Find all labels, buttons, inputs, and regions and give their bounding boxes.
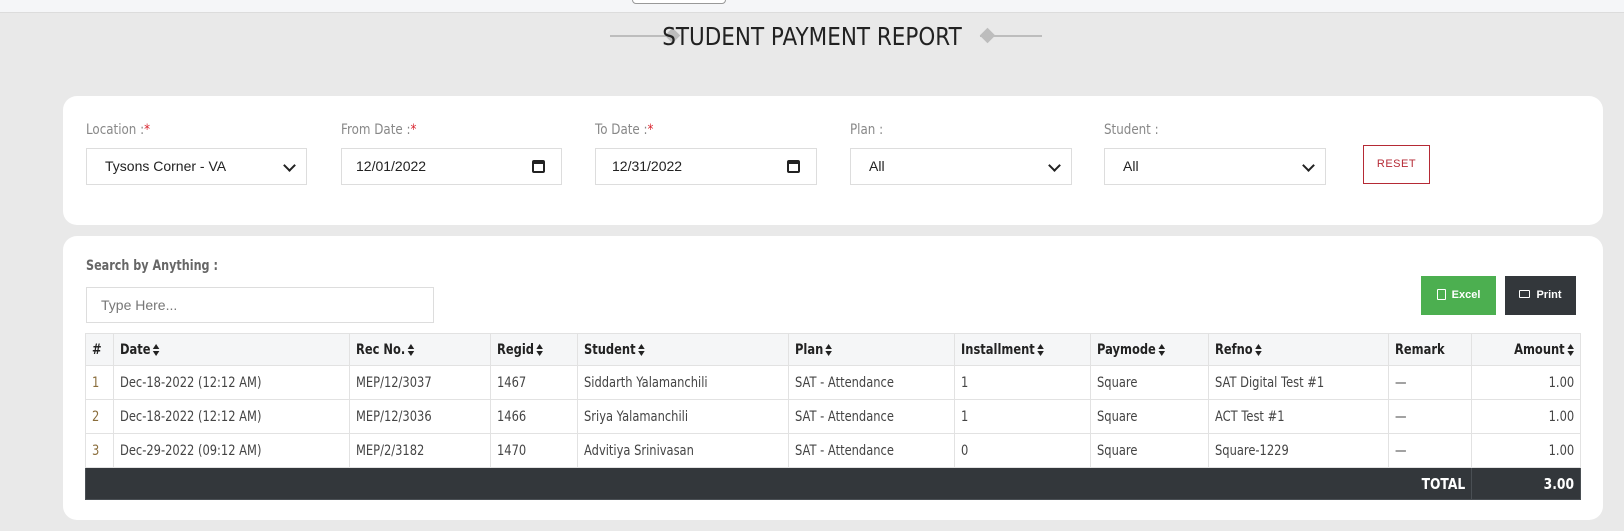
sort-icon[interactable] <box>407 343 415 356</box>
row-amount: 1.00 <box>1471 433 1581 468</box>
row-paymode: Square <box>1090 365 1209 400</box>
row-paymode: Square <box>1090 433 1209 468</box>
sort-icon[interactable] <box>1567 343 1574 356</box>
row-rec-no: MEP/12/3036 <box>349 399 491 434</box>
table-row: 2 Dec-18-2022 (12:12 AM) MEP/12/3036 146… <box>85 399 1581 434</box>
sort-icon[interactable] <box>1255 343 1262 356</box>
sort-icon[interactable] <box>153 343 160 356</box>
col-header-rec-no[interactable]: Rec No. <box>349 333 491 366</box>
row-refno: Square-1229 <box>1208 433 1389 468</box>
row-installment: 1 <box>954 399 1091 434</box>
row-regid: 1470 <box>490 433 578 468</box>
to-date-input[interactable]: 12/31/2022 <box>595 148 817 185</box>
row-student: Sriya Yalamanchili <box>577 399 789 434</box>
excel-button-label: Excel <box>1451 289 1481 301</box>
chevron-down-icon <box>283 159 296 172</box>
col-header-refno[interactable]: Refno <box>1208 333 1389 366</box>
to-date-label: To Date :* <box>595 122 654 138</box>
payment-table: # Date Rec No. Regid Student Plan Instal… <box>85 333 1581 500</box>
search-label: Search by Anything : <box>86 258 218 274</box>
row-regid: 1467 <box>490 365 578 400</box>
sort-icon[interactable] <box>1037 343 1044 356</box>
row-remark: — <box>1388 433 1472 468</box>
row-number: 3 <box>85 433 114 468</box>
plan-label: Plan : <box>850 122 884 138</box>
reset-button[interactable]: RESET <box>1363 145 1430 184</box>
table-row: 1 Dec-18-2022 (12:12 AM) MEP/12/3037 146… <box>85 365 1581 400</box>
row-date: Dec-29-2022 (09:12 AM) <box>113 433 350 468</box>
row-installment: 0 <box>954 433 1091 468</box>
row-refno: ACT Test #1 <box>1208 399 1389 434</box>
total-value: 3.00 <box>1471 467 1581 500</box>
print-button[interactable]: Print <box>1505 276 1576 315</box>
row-amount: 1.00 <box>1471 399 1581 434</box>
top-tab[interactable] <box>632 0 726 4</box>
row-number: 2 <box>85 399 114 434</box>
printer-icon <box>1519 290 1531 299</box>
col-header-amount[interactable]: Amount <box>1471 333 1581 366</box>
total-label: TOTAL <box>85 467 1472 500</box>
student-select[interactable]: All <box>1104 148 1326 185</box>
print-button-label: Print <box>1536 289 1562 301</box>
table-row: 3 Dec-29-2022 (09:12 AM) MEP/2/3182 1470… <box>85 433 1581 468</box>
plan-select[interactable]: All <box>850 148 1072 185</box>
table-header-row: # Date Rec No. Regid Student Plan Instal… <box>85 333 1581 366</box>
row-plan: SAT - Attendance <box>788 399 955 434</box>
row-regid: 1466 <box>490 399 578 434</box>
from-date-input[interactable]: 12/01/2022 <box>341 148 562 185</box>
row-amount: 1.00 <box>1471 365 1581 400</box>
col-header-plan[interactable]: Plan <box>788 333 955 366</box>
col-header-student[interactable]: Student <box>577 333 789 366</box>
report-card: Search by Anything : Excel Print # Date … <box>63 236 1603 520</box>
top-bar <box>0 0 1624 13</box>
col-header-installment[interactable]: Installment <box>954 333 1091 366</box>
row-remark: — <box>1388 399 1472 434</box>
row-rec-no: MEP/12/3037 <box>349 365 491 400</box>
col-header-date[interactable]: Date <box>113 333 350 366</box>
row-student: Siddarth Yalamanchili <box>577 365 789 400</box>
total-row: TOTAL 3.00 <box>85 467 1581 500</box>
sort-icon[interactable] <box>1158 343 1165 356</box>
col-header-num: # <box>85 333 114 366</box>
excel-file-icon <box>1436 288 1446 300</box>
row-date: Dec-18-2022 (12:12 AM) <box>113 399 350 434</box>
col-header-paymode[interactable]: Paymode <box>1090 333 1209 366</box>
calendar-icon[interactable] <box>787 160 800 173</box>
row-rec-no: MEP/2/3182 <box>349 433 491 468</box>
search-input[interactable] <box>86 287 434 323</box>
page-title: STUDENT PAYMENT REPORT <box>662 22 962 51</box>
page-header: STUDENT PAYMENT REPORT <box>0 18 1624 54</box>
row-number: 1 <box>85 365 114 400</box>
filter-card: Location :* Tysons Corner - VA From Date… <box>63 96 1603 225</box>
student-label: Student : <box>1104 122 1159 138</box>
from-date-label: From Date :* <box>341 122 417 138</box>
row-installment: 1 <box>954 365 1091 400</box>
row-refno: SAT Digital Test #1 <box>1208 365 1389 400</box>
sort-icon[interactable] <box>825 343 833 356</box>
row-date: Dec-18-2022 (12:12 AM) <box>113 365 350 400</box>
row-remark: — <box>1388 365 1472 400</box>
row-paymode: Square <box>1090 399 1209 434</box>
row-plan: SAT - Attendance <box>788 433 955 468</box>
chevron-down-icon <box>1048 159 1061 172</box>
col-header-regid[interactable]: Regid <box>490 333 578 366</box>
row-plan: SAT - Attendance <box>788 365 955 400</box>
location-label: Location :* <box>86 122 151 138</box>
chevron-down-icon <box>1302 159 1315 172</box>
calendar-icon[interactable] <box>532 160 545 173</box>
excel-button[interactable]: Excel <box>1421 276 1496 315</box>
location-select[interactable]: Tysons Corner - VA <box>86 148 307 185</box>
sort-icon[interactable] <box>638 343 645 356</box>
sort-icon[interactable] <box>536 343 544 356</box>
row-student: Advitiya Srinivasan <box>577 433 789 468</box>
col-header-remark: Remark <box>1388 333 1472 366</box>
